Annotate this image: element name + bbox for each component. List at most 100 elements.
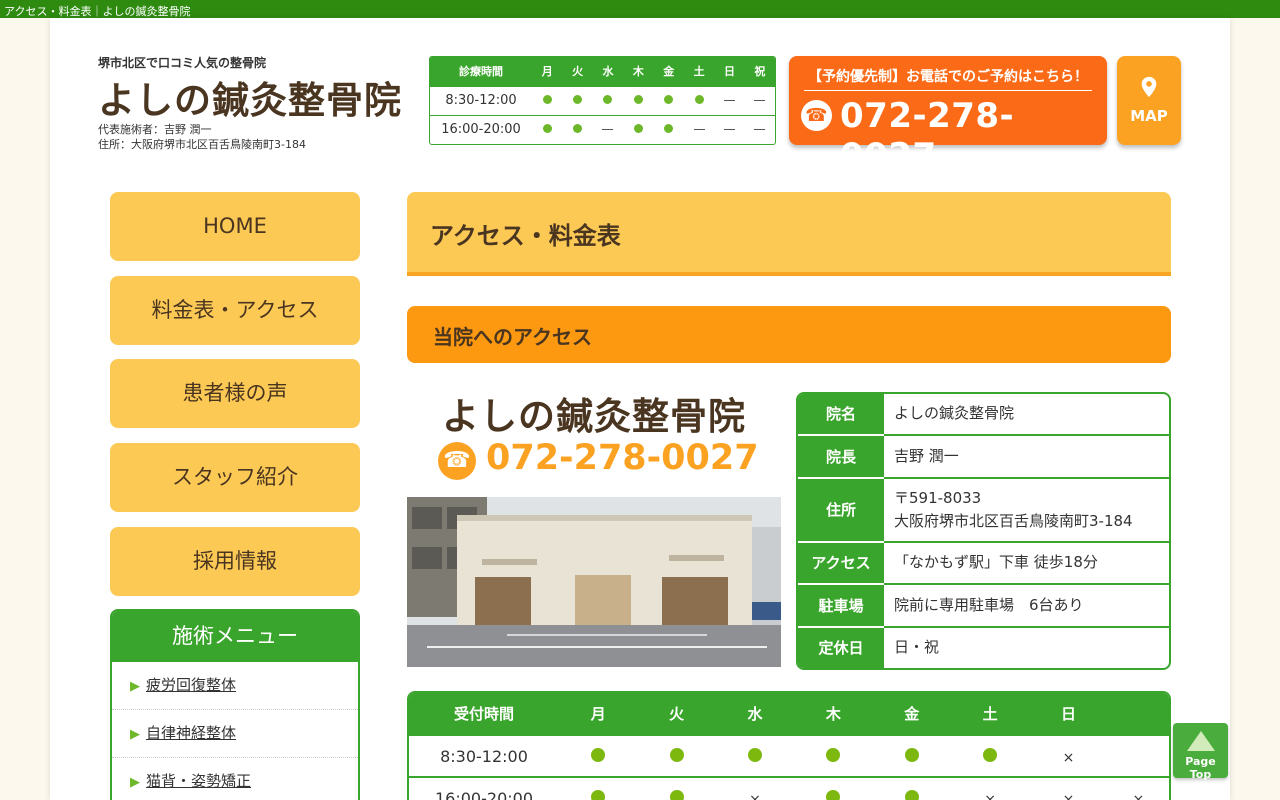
header-address: 住所：大阪府堺市北区百舌鳥陵南町3-184 xyxy=(98,138,306,151)
hours-day xyxy=(1107,693,1169,735)
open-dot-icon xyxy=(633,124,643,134)
nav-recruit[interactable]: 採用情報 xyxy=(110,527,360,596)
open-dot-icon xyxy=(633,95,643,104)
closed-dash-icon xyxy=(754,100,766,101)
clinic-sign-name: よしの鍼灸整骨院 xyxy=(442,395,746,438)
section-heading-bar: 当院へのアクセス xyxy=(407,306,1171,363)
info-value-line: 吉野 潤一 xyxy=(894,446,959,465)
mini-hours-cell xyxy=(714,85,745,115)
mini-hours-day: 月 xyxy=(532,57,563,86)
mini-hours-heading: 診療時間 xyxy=(430,57,532,86)
page-title-bar: アクセス・料金表 xyxy=(407,192,1171,276)
mini-hours-cell xyxy=(532,85,563,115)
call-reservation-button[interactable]: 【予約優先制】お電話でのご予約はこちら！ ☎ 072-278-0027 xyxy=(789,56,1107,176)
mini-hours-header-row: 診療時間月火水木金土日祝 xyxy=(430,57,775,86)
page-top-button[interactable]: Page Top xyxy=(1173,723,1228,781)
closed-dash-icon xyxy=(602,129,614,131)
breadcrumb-bar: アクセス・料金表｜よしの鍼灸整骨院 xyxy=(0,0,1280,18)
info-value: 吉野 潤一 xyxy=(884,434,1169,479)
mini-hours-cell xyxy=(653,85,684,115)
page-title: アクセス・料金表 xyxy=(430,222,621,250)
mini-hours-day: 水 xyxy=(592,57,624,86)
hours-cell xyxy=(794,734,873,777)
mini-hours-time: 8:30-12:00 xyxy=(430,85,532,115)
nav-home[interactable]: HOME xyxy=(110,192,360,261)
hours-header-row: 受付時間月火水木金土日 xyxy=(409,693,1169,735)
hours-cell: × xyxy=(715,776,795,800)
header-info: 代表施術者：吉野 潤一 住所：大阪府堺市北区百舌鳥陵南町3-184 xyxy=(98,122,306,152)
phone-icon: ☎ xyxy=(801,100,832,131)
hours-cell xyxy=(637,734,716,777)
menu-item-link[interactable]: 疲労回復整体 xyxy=(146,676,236,694)
hours-day: 月 xyxy=(559,693,638,735)
info-value-line: 「なかもず駅」下車 徒歩18分 xyxy=(894,553,1098,572)
hours-day: 水 xyxy=(715,693,795,735)
info-value-line: 〒591-8033 xyxy=(894,488,982,507)
hours-cell xyxy=(637,776,716,800)
open-dot-icon xyxy=(904,747,919,762)
closed-mark: × xyxy=(1062,792,1075,800)
open-dot-icon xyxy=(664,124,674,134)
mini-hours-table: 診療時間月火水木金土日祝 8:30-12:00 16:00-20:00 xyxy=(429,56,776,145)
mini-hours-day: 火 xyxy=(562,57,593,86)
menu-item-link[interactable]: 猫背・姿勢矯正 xyxy=(146,772,251,790)
arrow-up-icon xyxy=(1187,731,1215,751)
map-button-label: MAP xyxy=(1130,107,1168,125)
mini-hours-cell xyxy=(653,114,684,144)
treatment-menu: 施術メニュー ▶ 疲労回復整体 ▶ 自律神経整体 ▶ 猫背・姿勢矯正 xyxy=(110,609,360,800)
clinic-info-table: 院名 よしの鍼灸整骨院 院長 吉野 潤一 住所 〒591-8033 大阪府堺市北区百舌鳥陵南… xyxy=(796,392,1171,670)
mini-hours-cell xyxy=(683,85,715,115)
info-value-line: よしの鍼灸整骨院 xyxy=(894,404,1015,423)
call-divider xyxy=(804,90,1092,91)
hours-time: 16:00-20:00 xyxy=(409,776,559,800)
mini-hours-cell xyxy=(532,114,563,144)
clinic-phone-number: 072-278-0027 xyxy=(486,438,759,478)
mini-hours-cell xyxy=(683,114,715,144)
info-label: 院名 xyxy=(798,394,884,436)
hours-cell xyxy=(950,734,1030,777)
closed-dash-icon xyxy=(723,129,735,131)
hours-cell xyxy=(715,734,795,777)
page-top-label: Page Top xyxy=(1185,755,1216,781)
mini-hours-cell xyxy=(562,114,593,144)
nav-staff[interactable]: スタッフ紹介 xyxy=(110,443,360,512)
hours-cell: × xyxy=(1029,734,1108,777)
closed-dash-icon xyxy=(693,129,705,131)
nav-price-access[interactable]: 料金表・アクセス xyxy=(110,276,360,345)
nav-testimonials[interactable]: 患者様の声 xyxy=(110,359,360,428)
map-button[interactable]: MAP xyxy=(1117,56,1181,145)
open-dot-icon xyxy=(826,747,841,762)
hours-time: 8:30-12:00 xyxy=(409,734,559,777)
open-dot-icon xyxy=(826,790,841,800)
menu-item: ▶ 自律神経整体 xyxy=(112,710,358,758)
closed-mark: × xyxy=(984,792,997,800)
open-dot-icon xyxy=(904,790,919,800)
site-logo[interactable]: よしの鍼灸整骨院 xyxy=(98,70,402,124)
call-lead: 【予約優先制】お電話でのご予約はこちら！ xyxy=(808,69,1088,85)
mini-hours-time: 16:00-20:00 xyxy=(430,114,532,144)
section-title: 当院へのアクセス xyxy=(433,325,592,349)
info-row: 住所 〒591-8033 大阪府堺市北区百舌鳥陵南町3-184 xyxy=(798,477,1169,543)
menu-item-link[interactable]: 自律神経整体 xyxy=(146,724,236,742)
phone-icon: ☎ xyxy=(438,442,476,480)
mini-hours-cell xyxy=(744,85,775,115)
mini-hours-cell xyxy=(562,85,593,115)
mini-hours-cell xyxy=(592,114,624,144)
mini-hours-day: 木 xyxy=(623,57,654,86)
info-row: 駐車場 院前に専用駐車場 6台あり xyxy=(798,584,1169,628)
hours-cell xyxy=(559,776,638,800)
mini-hours-row: 8:30-12:00 xyxy=(430,85,775,115)
reception-hours-table: 受付時間月火水木金土日 8:30-12:00 × 16:00-20:00 × × × × xyxy=(407,691,1171,800)
info-row: 定休日 日・祝 xyxy=(798,626,1169,668)
hours-row: 8:30-12:00 × xyxy=(409,734,1169,777)
hours-cell xyxy=(872,776,951,800)
info-value: 「なかもず駅」下車 徒歩18分 xyxy=(884,541,1169,586)
info-value: よしの鍼灸整骨院 xyxy=(884,394,1169,436)
open-dot-icon xyxy=(747,747,762,762)
closed-mark: × xyxy=(749,792,761,800)
mini-hours-row: 16:00-20:00 xyxy=(430,114,775,144)
map-pin-icon xyxy=(1141,76,1157,98)
info-value: 〒591-8033 大阪府堺市北区百舌鳥陵南町3-184 xyxy=(884,477,1169,543)
hours-cell: × xyxy=(950,776,1030,800)
hours-row: 16:00-20:00 × × × × xyxy=(409,776,1169,800)
